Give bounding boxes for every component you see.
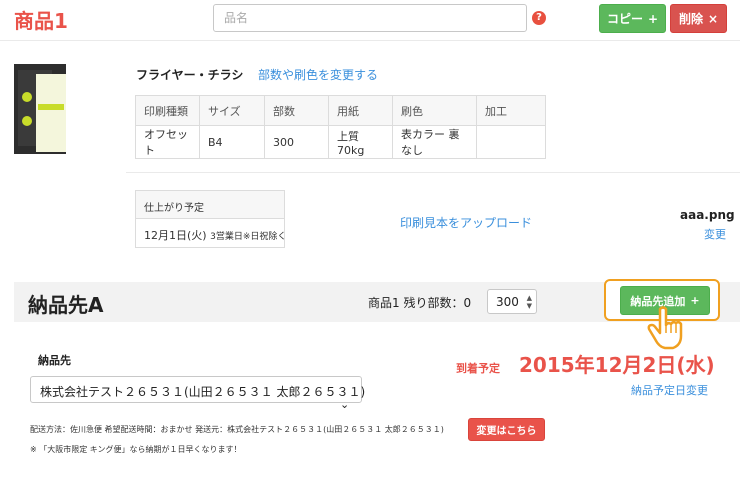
help-icon[interactable]: ?: [532, 11, 546, 25]
destination-select[interactable]: 株式会社テスト２６５３１(山田２６５３１ 太郎２６５３１): [30, 376, 365, 403]
table-cell: 上質 70kg: [328, 125, 393, 159]
product-thumbnail: [14, 64, 66, 154]
quantity-value: 300: [496, 295, 519, 309]
finish-date: 12月1日(火): [144, 229, 207, 242]
copy-button-label: コピー: [606, 12, 643, 26]
product-name-input[interactable]: [213, 4, 527, 32]
pointer-hand-icon: [647, 306, 683, 350]
table-header-row: 印刷種類 サイズ 部数 用紙 刷色 加工: [135, 95, 546, 126]
product-name: フライヤー・チラシ: [136, 68, 244, 82]
remaining-quantity: 商品1 残り部数：0: [368, 296, 472, 310]
page-title: 商品1: [14, 9, 68, 33]
spec-table: 印刷種類 サイズ 部数 用紙 刷色 加工 オフセット B4 300 上質 70k…: [135, 95, 546, 159]
change-spec-link[interactable]: 部数や刷色を変更する: [258, 66, 378, 83]
close-icon: ×: [707, 11, 719, 26]
quantity-select[interactable]: 300 ▲ ▼: [487, 289, 537, 314]
delivery-title: 納品先A: [28, 293, 104, 317]
destination-label: 納品先: [38, 354, 71, 367]
finish-date-label: 仕上がり予定: [136, 191, 284, 219]
section-divider: [126, 172, 740, 173]
table-header-cell: 印刷種類: [135, 95, 200, 126]
updown-arrows-icon: ▲ ▼: [526, 294, 532, 310]
copy-button[interactable]: コピー +: [599, 4, 666, 33]
arrival-date: 2015年12月2日(水): [519, 353, 715, 377]
table-cell: [476, 125, 546, 159]
table-header-cell: 加工: [476, 95, 546, 126]
file-name: aaa.png: [680, 208, 735, 222]
table-cell: 表カラー 裏なし: [392, 125, 477, 159]
chevron-down-icon: ⌄: [340, 398, 350, 411]
change-shipping-button[interactable]: 変更はこちら: [468, 418, 545, 441]
delete-button-label: 削除: [678, 12, 703, 26]
finish-date-value: 12月1日(火) 3営業日※日祝除く: [136, 219, 287, 243]
plus-icon: +: [690, 294, 700, 307]
header-divider: [0, 40, 740, 41]
table-cell: オフセット: [135, 125, 200, 159]
arrival-label: 到着予定: [456, 362, 500, 375]
table-cell: B4: [199, 125, 265, 159]
table-header-cell: 刷色: [392, 95, 477, 126]
upload-sample-link[interactable]: 印刷見本をアップロード: [400, 214, 532, 231]
table-header-cell: 部数: [264, 95, 329, 126]
finish-date-note: 3営業日※日祝除く: [210, 232, 287, 242]
finish-date-box: 仕上がり予定 12月1日(火) 3営業日※日祝除く: [135, 190, 287, 248]
delete-button[interactable]: 削除 ×: [670, 4, 727, 33]
file-change-link[interactable]: 変更: [704, 226, 726, 242]
shipping-info: 配送方法：佐川急便 希望配送時間：おまかせ 発送元：株式会社テスト２６５３１(山…: [30, 425, 444, 434]
table-row: オフセット B4 300 上質 70kg 表カラー 裏なし: [135, 125, 546, 159]
table-header-cell: 用紙: [328, 95, 393, 126]
delivery-note: ※ 「大阪市限定 キング便」なら納期が１日早くなります！: [30, 445, 242, 454]
plus-icon: +: [647, 11, 659, 26]
table-header-cell: サイズ: [199, 95, 265, 126]
table-cell: 300: [264, 125, 329, 159]
change-delivery-date-link[interactable]: 納品予定日変更: [631, 382, 708, 398]
